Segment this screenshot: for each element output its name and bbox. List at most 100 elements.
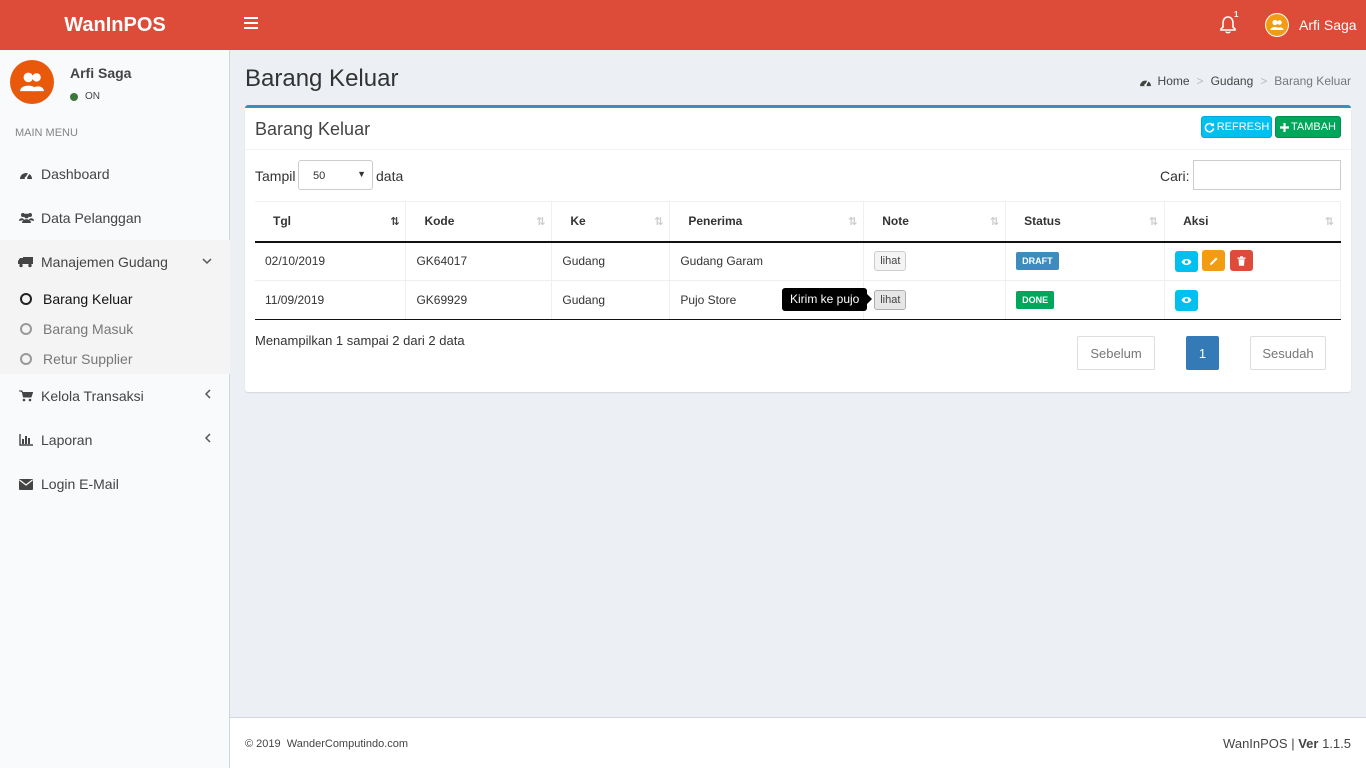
circle-icon <box>20 323 32 335</box>
chevron-down-icon <box>202 254 212 268</box>
lihat-note-button[interactable]: lihat <box>874 290 907 310</box>
col-header-tgl[interactable]: Tgl ⇅ <box>255 201 407 243</box>
sidebar-subitem-barang-masuk[interactable]: Barang Masuk <box>20 314 133 344</box>
sidebar-item-laporan[interactable]: Laporan <box>0 418 230 462</box>
caret-down-icon: ▼ <box>357 169 366 179</box>
table-info: Menampilkan 1 sampai 2 dari 2 data <box>255 333 465 348</box>
barang-keluar-box: Barang Keluar REFRESH TAMBAH Tampil 50 ▼… <box>245 105 1351 392</box>
sidebar-subitem-retur-supplier[interactable]: Retur Supplier <box>20 344 133 374</box>
col-header-kode[interactable]: Kode ⇅ <box>405 201 553 243</box>
cell-note: lihat <box>863 280 1007 320</box>
box-header: Barang Keluar REFRESH TAMBAH <box>245 108 1351 150</box>
edit-button[interactable] <box>1202 250 1226 272</box>
sidebar-item-dashboard[interactable]: Dashboard <box>0 152 230 196</box>
breadcrumb-gudang[interactable]: Gudang <box>1211 74 1254 88</box>
col-header-penerima[interactable]: Penerima ⇅ <box>669 201 865 243</box>
sort-icon: ⇅ <box>1148 216 1158 228</box>
page-title: Barang Keluar <box>245 65 399 92</box>
col-header-label: Status <box>1024 214 1061 229</box>
eye-icon <box>1181 296 1192 304</box>
col-header-label: Aksi <box>1183 214 1209 229</box>
sidebar-toggle-icon[interactable] <box>244 17 258 31</box>
length-suffix: data <box>376 168 404 184</box>
table-row: 02/10/2019 GK64017 Gudang Gudang Garam l… <box>255 241 1341 281</box>
sidebar-item-data-pelanggan[interactable]: Data Pelanggan <box>0 196 230 240</box>
cart-icon <box>18 390 34 402</box>
menu-header: MAIN MENU <box>15 127 78 139</box>
sidebar-item-label: Laporan <box>41 432 93 448</box>
refresh-label: REFRESH <box>1216 121 1270 133</box>
sort-asc-icon: ⇅ <box>390 216 399 228</box>
user-menu[interactable]: Arfi Saga <box>1265 13 1357 37</box>
search-input[interactable] <box>1193 160 1341 190</box>
envelope-icon <box>18 478 34 490</box>
sidebar-item-login-email[interactable]: Login E-Mail <box>0 462 230 506</box>
table-header-row: Tgl ⇅ Kode ⇅ Ke ⇅ Penerima ⇅ Note ⇅ Status ⇅ A… <box>255 201 1341 243</box>
cell-kode: GK64017 <box>405 241 553 281</box>
trash-icon <box>1237 256 1246 266</box>
breadcrumb-home[interactable]: Home <box>1158 74 1190 88</box>
app-logo[interactable]: WanInPOS <box>0 0 230 50</box>
footer-version: WanInPOS | Ver 1.1.5 <box>1223 736 1351 751</box>
refresh-icon <box>1204 122 1215 133</box>
cell-ke: Gudang <box>551 280 671 320</box>
view-button[interactable] <box>1175 289 1199 311</box>
tambah-label: TAMBAH <box>1290 121 1337 133</box>
sidebar-item-manajemen-gudang[interactable]: Manajemen Gudang <box>0 240 230 284</box>
refresh-button[interactable]: REFRESH <box>1201 116 1272 138</box>
subitem-label: Barang Masuk <box>43 321 134 337</box>
chevron-left-icon <box>204 388 212 402</box>
sort-icon: ⇅ <box>1324 216 1334 228</box>
col-header-label: Tgl <box>273 214 291 229</box>
col-header-aksi[interactable]: Aksi ⇅ <box>1164 201 1341 243</box>
subitem-label: Barang Keluar <box>43 291 133 307</box>
cell-aksi <box>1164 280 1341 320</box>
view-button[interactable] <box>1175 251 1199 273</box>
status-dot-icon <box>70 92 78 101</box>
lihat-note-button[interactable]: lihat <box>874 251 907 272</box>
cell-kode: GK69929 <box>405 280 553 320</box>
tambah-button[interactable]: TAMBAH <box>1275 116 1341 138</box>
sidebar-item-kelola-transaksi[interactable]: Kelola Transaksi <box>0 374 230 418</box>
col-header-ke[interactable]: Ke ⇅ <box>551 201 671 243</box>
truck-icon <box>18 256 34 268</box>
avatar <box>1265 13 1289 37</box>
search-label: Cari: <box>1160 168 1190 184</box>
page-length-value: 50 <box>313 170 326 182</box>
pagination-next-button[interactable]: Sesudah <box>1250 336 1326 370</box>
cell-tgl: 11/09/2019 <box>255 280 407 320</box>
company-link[interactable]: WanderComputindo.com <box>287 738 408 750</box>
eye-icon <box>1181 258 1192 265</box>
circle-icon <box>20 293 32 305</box>
pagination-prev-button[interactable]: Sebelum <box>1077 336 1155 370</box>
cell-tgl: 02/10/2019 <box>255 241 407 281</box>
breadcrumb: Home > Gudang > Barang Keluar <box>1139 74 1351 88</box>
sidebar: Arfi Saga ON MAIN MENU Dashboard Data Pe… <box>0 50 230 768</box>
pencil-icon <box>1209 257 1218 265</box>
online-status: ON <box>70 91 100 102</box>
sidebar-subitem-barang-keluar[interactable]: Barang Keluar <box>20 284 133 314</box>
sidebar-item-label: Dashboard <box>41 166 110 182</box>
sidebar-item-label: Login E-Mail <box>41 476 119 492</box>
col-header-note[interactable]: Note ⇅ <box>863 201 1007 243</box>
col-header-label: Kode <box>424 214 455 229</box>
status-badge: DRAFT <box>1016 252 1059 271</box>
copyright-text: © 2019 <box>245 738 281 750</box>
sidebar-item-label: Manajemen Gudang <box>41 254 168 270</box>
dashboard-icon <box>1139 79 1151 86</box>
sort-icon: ⇅ <box>989 216 999 228</box>
top-navbar: WanInPOS 1 Arfi Saga <box>0 0 1366 50</box>
footer: © 2019 WanderComputindo.com WanInPOS | V… <box>230 717 1366 768</box>
delete-button[interactable] <box>1229 250 1253 272</box>
status-text: ON <box>85 91 100 102</box>
sort-icon: ⇅ <box>536 216 545 228</box>
page-length-select[interactable]: 50 ▼ <box>298 160 373 190</box>
sidebar-item-label: Kelola Transaksi <box>41 388 144 404</box>
top-user-name: Arfi Saga <box>1299 17 1357 33</box>
pagination-page-1[interactable]: 1 <box>1186 336 1219 370</box>
cell-aksi <box>1164 241 1341 281</box>
status-badge: DONE <box>1016 291 1055 309</box>
col-header-status[interactable]: Status ⇅ <box>1005 201 1166 243</box>
avatar <box>10 60 54 104</box>
version-number: 1.1.5 <box>1322 736 1351 751</box>
